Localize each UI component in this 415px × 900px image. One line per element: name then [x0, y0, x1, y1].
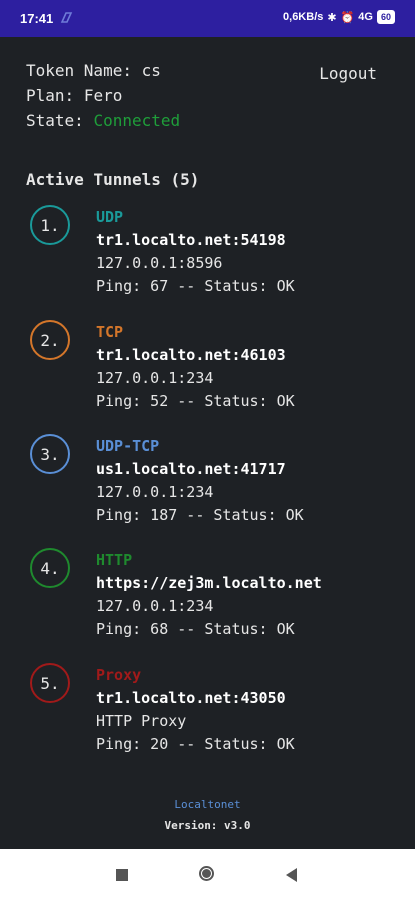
tunnel-status: Ping: 187 -- Status: OK	[96, 506, 304, 524]
back-button[interactable]	[286, 868, 297, 882]
tunnel-number-badge: 1.	[30, 205, 70, 245]
main-screen: Token Name: cs Plan: Fero State: Connect…	[0, 37, 415, 849]
home-button[interactable]	[199, 866, 214, 881]
tunnel-target: 127.0.0.1:234	[96, 597, 214, 615]
state-row: State: Connected	[26, 108, 180, 133]
state-label: State:	[26, 111, 84, 130]
tunnel-protocol: Proxy	[96, 666, 142, 684]
tunnel-number-badge: 4.	[30, 548, 70, 588]
tunnel-details: Proxy tr1.localto.net:43050 HTTP Proxy Ping…	[96, 664, 295, 756]
token-value: cs	[141, 61, 161, 80]
home-icon	[202, 869, 211, 878]
tunnel-status: Ping: 20 -- Status: OK	[96, 735, 295, 753]
tunnel-item[interactable]: 4. HTTP https://zej3m.localto.net 127.0.0.1…	[0, 548, 415, 658]
tunnel-details: TCP tr1.localto.net:46103 127.0.0.1:234 Pin…	[96, 321, 295, 413]
tunnel-status: Ping: 68 -- Status: OK	[96, 620, 295, 638]
tunnel-target: 127.0.0.1:234	[96, 483, 214, 501]
tunnel-host: tr1.localto.net:43050	[96, 689, 286, 707]
logout-button[interactable]: Logout	[319, 64, 377, 83]
tunnel-target: 127.0.0.1:8596	[96, 254, 223, 272]
tunnel-item[interactable]: 2. TCP tr1.localto.net:46103 127.0.0.1:234 P…	[0, 320, 415, 430]
battery-icon: 60	[376, 10, 395, 24]
alarm-icon: ⏰	[340, 11, 355, 24]
tunnel-item[interactable]: 5. Proxy tr1.localto.net:43050 HTTP Proxy Pi…	[0, 663, 415, 773]
tunnel-target: 127.0.0.1:234	[96, 369, 214, 387]
navigation-bar	[0, 849, 415, 900]
tunnel-host: tr1.localto.net:46103	[96, 346, 286, 364]
tunnel-item[interactable]: 3. UDP-TCP us1.localto.net:41717 127.0.0.1:…	[0, 434, 415, 544]
state-value: Connected	[93, 111, 181, 130]
tunnel-details: UDP tr1.localto.net:54198 127.0.0.1:8596 Pi…	[96, 206, 295, 298]
tunnel-number-badge: 5.	[30, 663, 70, 703]
tunnel-details: HTTP https://zej3m.localto.net 127.0.0.1:2…	[96, 549, 322, 641]
tunnel-host: https://zej3m.localto.net	[96, 574, 322, 592]
tunnel-item[interactable]: 1. UDP tr1.localto.net:54198 127.0.0.1:8596…	[0, 205, 415, 315]
plan-row: Plan: Fero	[26, 83, 180, 108]
tunnel-status: Ping: 52 -- Status: OK	[96, 392, 295, 410]
tunnel-protocol: TCP	[96, 323, 124, 341]
app-notification-icon	[60, 12, 73, 23]
status-indicators: 0,6KB/s ✱ ⏰ 4G 60	[283, 10, 395, 24]
tunnel-protocol: UDP-TCP	[96, 437, 160, 455]
status-time: 17:41	[20, 11, 54, 26]
account-info: Token Name: cs Plan: Fero State: Connect…	[26, 58, 180, 133]
footer-version: Version: v3.0	[164, 819, 251, 832]
tunnel-details: UDP-TCP us1.localto.net:41717 127.0.0.1:23…	[96, 435, 304, 527]
token-label: Token Name:	[26, 61, 132, 80]
plan-value: Fero	[83, 86, 123, 105]
token-row: Token Name: cs	[26, 58, 180, 83]
footer-brand: Localtonet	[174, 798, 241, 811]
plan-label: Plan:	[26, 86, 75, 105]
tunnel-status: Ping: 67 -- Status: OK	[96, 277, 295, 295]
tunnel-target: HTTP Proxy	[96, 712, 187, 730]
tunnel-protocol: HTTP	[96, 551, 133, 569]
bluetooth-icon: ✱	[327, 11, 337, 24]
tunnel-host: tr1.localto.net:54198	[96, 231, 286, 249]
recent-apps-button[interactable]	[116, 869, 128, 881]
tunnel-host: us1.localto.net:41717	[96, 460, 286, 478]
status-bar: 17:41 0,6KB/s ✱ ⏰ 4G 60	[0, 0, 415, 37]
tunnels-heading: Active Tunnels (5)	[26, 170, 200, 189]
signal-icon: 4G	[358, 11, 373, 23]
tunnel-number-badge: 3.	[30, 434, 70, 474]
tunnel-number-badge: 2.	[30, 320, 70, 360]
network-speed: 0,6KB/s	[283, 11, 324, 23]
tunnel-protocol: UDP	[96, 208, 124, 226]
